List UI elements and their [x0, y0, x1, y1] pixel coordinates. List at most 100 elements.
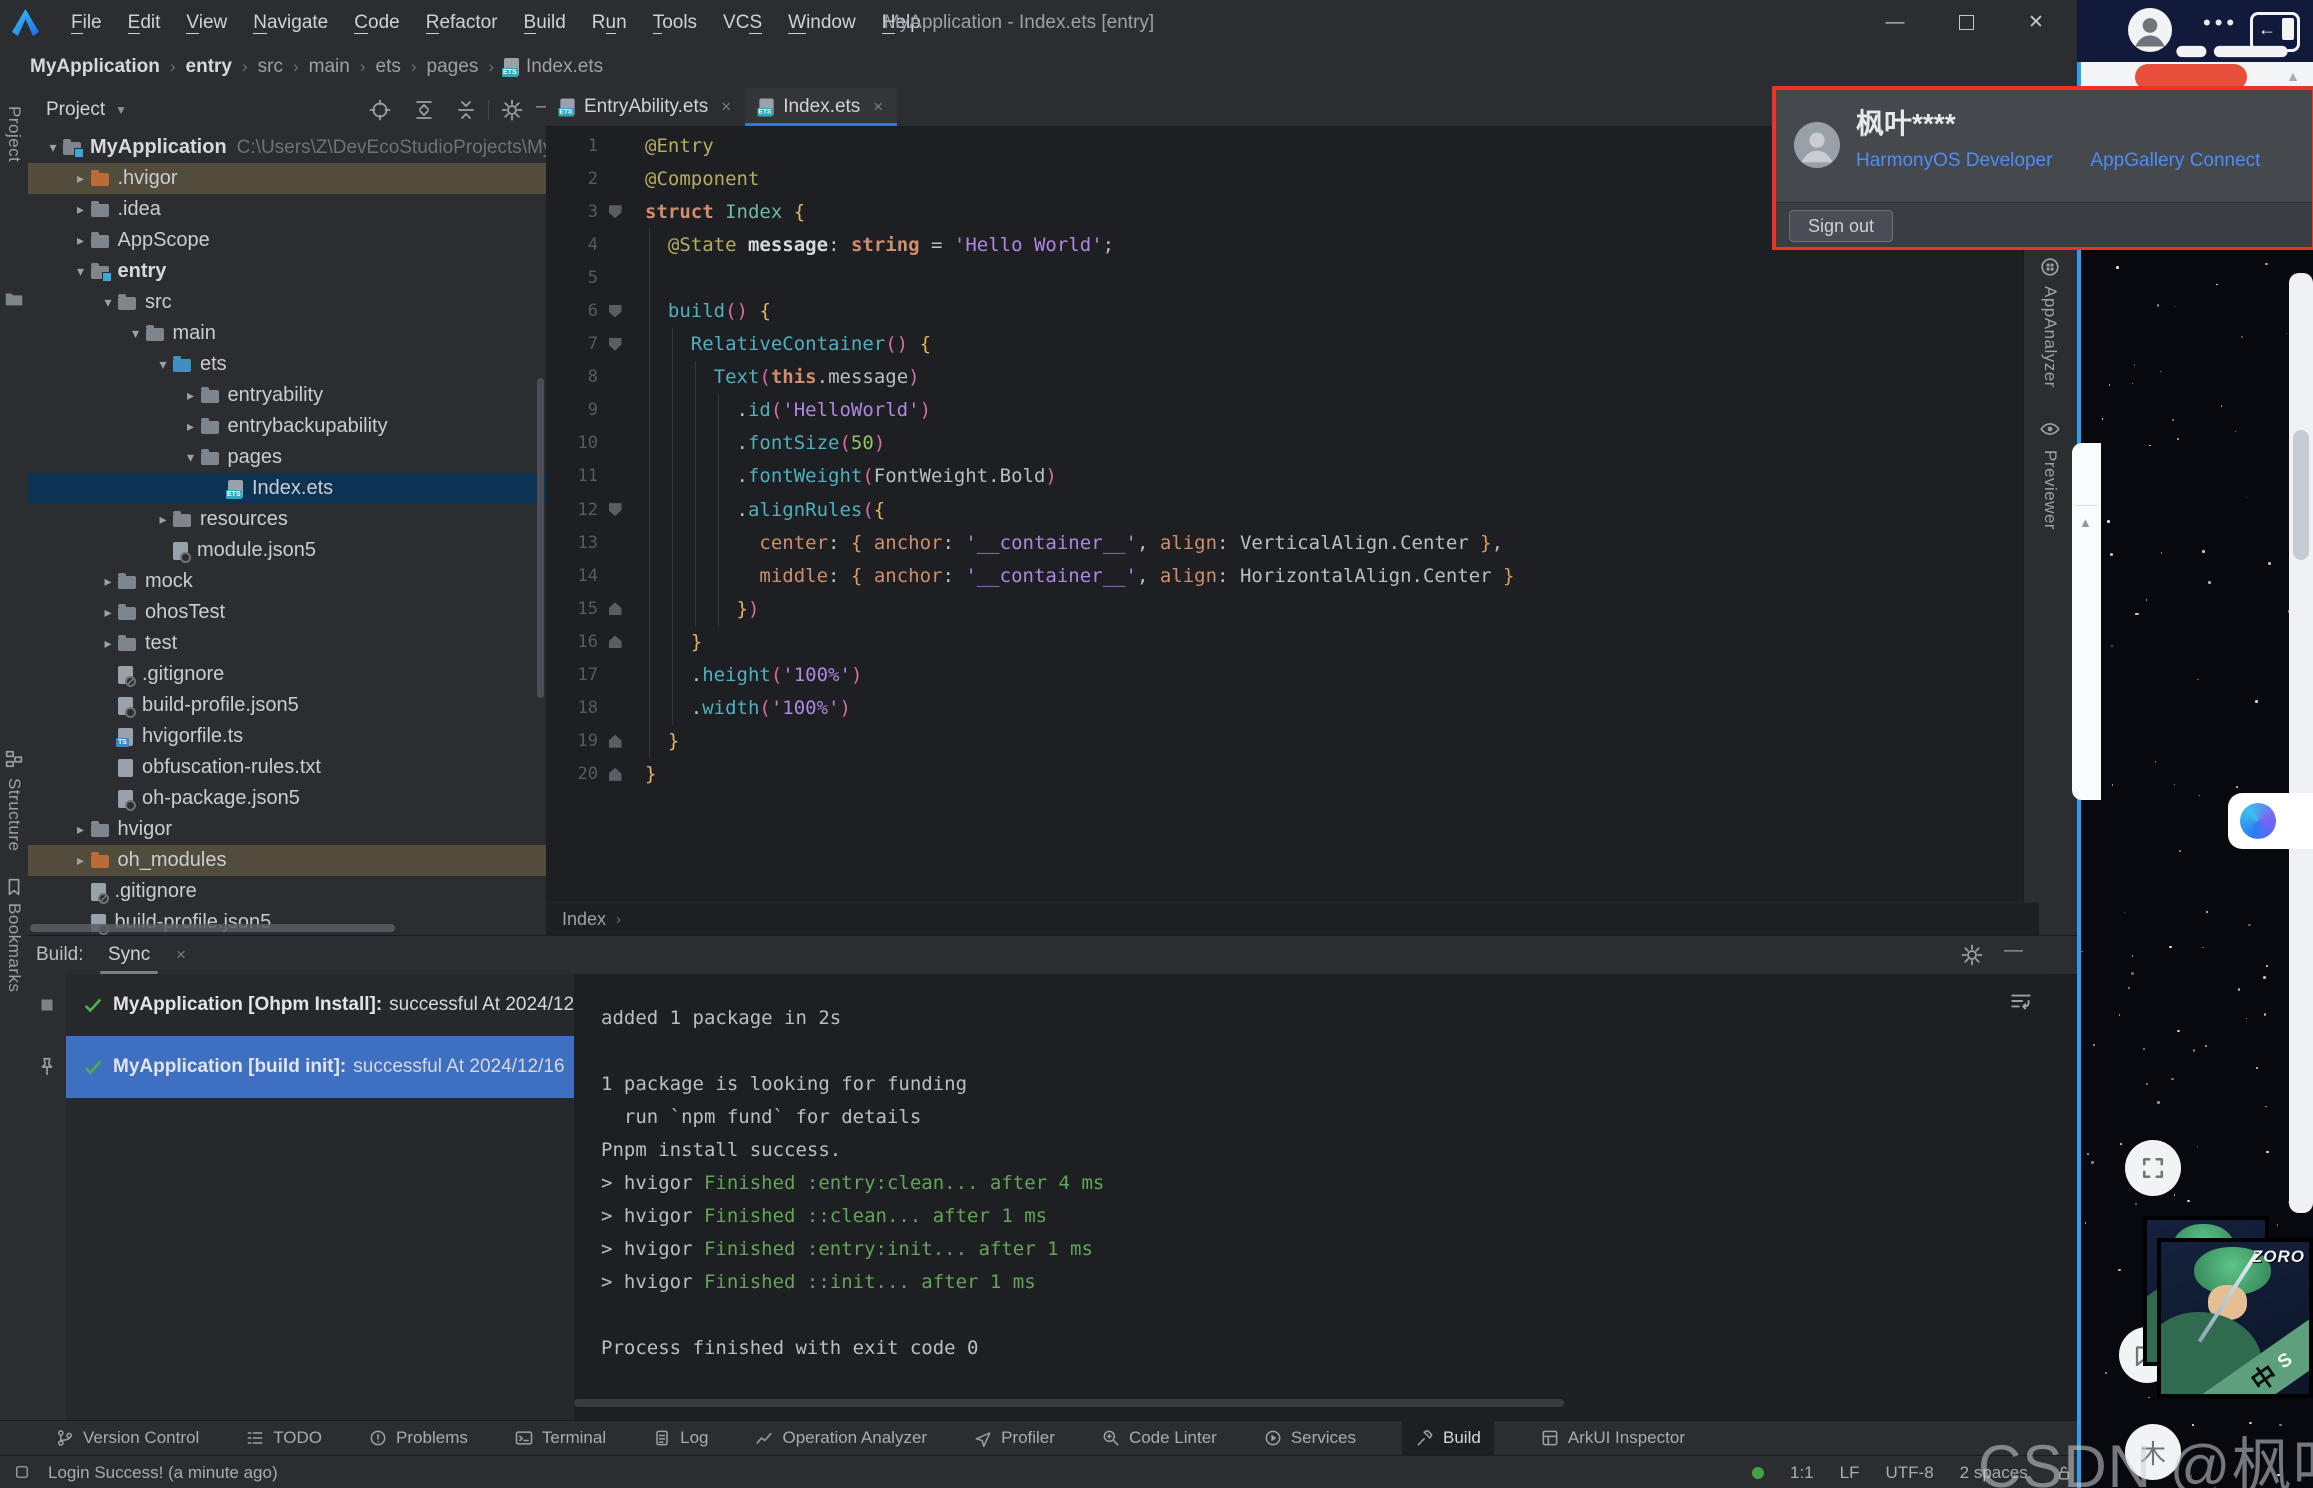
tree-chevron-icon[interactable]: ▸	[153, 511, 173, 528]
build-message-row[interactable]: MyApplication [build init]:successful At…	[66, 1036, 574, 1098]
structure-icon[interactable]	[3, 748, 25, 770]
tree-item-main[interactable]: ▾main	[28, 318, 546, 349]
tree-item--gitignore[interactable]: .gitignore	[28, 659, 546, 690]
project-folder-icon[interactable]	[3, 288, 25, 310]
menu-item-run[interactable]: Run	[579, 0, 640, 45]
pin-icon[interactable]	[36, 1056, 58, 1078]
tree-item-hvigor[interactable]: ▸hvigor	[28, 814, 546, 845]
status-message[interactable]: Login Success! (a minute ago)	[48, 1456, 278, 1488]
maximize-button[interactable]	[1943, 0, 1989, 45]
tree-item--hvigor[interactable]: ▸.hvigor	[28, 163, 546, 194]
toolwindow-button-code-linter[interactable]: Code Linter	[1101, 1421, 1217, 1456]
breadcrumb-item[interactable]: pages	[427, 56, 479, 78]
tree-chevron-icon[interactable]: ▾	[98, 294, 118, 311]
menu-item-edit[interactable]: Edit	[115, 0, 174, 45]
background-avatar[interactable]	[2128, 8, 2172, 52]
tree-chevron-icon[interactable]: ▸	[71, 170, 91, 187]
tree-item-obfuscation-rules-txt[interactable]: obfuscation-rules.txt	[28, 752, 546, 783]
tab-index-ets[interactable]: Index.ets×	[745, 88, 897, 126]
tree-item-index-ets[interactable]: Index.ets	[28, 473, 546, 504]
menu-item-code[interactable]: Code	[341, 0, 412, 45]
fold-marker-icon[interactable]	[609, 635, 622, 648]
breadcrumb-item[interactable]: Index.ets	[526, 56, 603, 78]
tree-item-mock[interactable]: ▸mock	[28, 566, 546, 597]
breadcrumb-item[interactable]: MyApplication	[30, 56, 160, 78]
collapse-all-icon[interactable]	[454, 98, 478, 122]
tree-item-src[interactable]: ▾src	[28, 287, 546, 318]
tree-chevron-icon[interactable]: ▾	[71, 263, 91, 280]
tree-item-test[interactable]: ▸test	[28, 628, 546, 659]
close-tab-icon[interactable]: ×	[721, 97, 731, 117]
menu-item-navigate[interactable]: Navigate	[240, 0, 341, 45]
tree-chevron-icon[interactable]: ▾	[153, 356, 173, 373]
minimize-button[interactable]: —	[1872, 0, 1918, 45]
fullscreen-button[interactable]	[2125, 1140, 2181, 1196]
tree-item-entrybackupability[interactable]: ▸entrybackupability	[28, 411, 546, 442]
breadcrumb-item[interactable]: ets	[376, 56, 401, 78]
tree-item-appscope[interactable]: ▸AppScope	[28, 225, 546, 256]
breadcrumb-item[interactable]: entry	[186, 56, 232, 78]
build-message-row[interactable]: MyApplication [Ohpm Install]:successful …	[66, 974, 574, 1036]
sidebar-item-appanalyzer[interactable]: AppAnalyzer	[2040, 286, 2060, 388]
toolwindow-button-terminal[interactable]: Terminal	[514, 1421, 606, 1456]
hide-build-panel-icon[interactable]: —	[2004, 940, 2023, 962]
tree-item-entry[interactable]: ▾entry	[28, 256, 546, 287]
select-opened-file-icon[interactable]	[368, 98, 392, 122]
previewer-eye-icon[interactable]	[2039, 418, 2061, 440]
tree-item-module-json5[interactable]: module.json5	[28, 535, 546, 566]
menu-item-tools[interactable]: Tools	[640, 0, 710, 45]
project-view-dropdown[interactable]: Project	[46, 99, 105, 121]
tree-chevron-icon[interactable]: ▸	[71, 232, 91, 249]
menu-item-build[interactable]: Build	[511, 0, 579, 45]
build-settings-gear-icon[interactable]	[1960, 943, 1984, 967]
tree-item-oh-modules[interactable]: ▸oh_modules	[28, 845, 546, 876]
encoding[interactable]: UTF-8	[1885, 1463, 1933, 1483]
tree-chevron-icon[interactable]: ▸	[98, 635, 118, 652]
status-terminal-icon[interactable]	[13, 1463, 31, 1481]
sidebar-item-structure[interactable]: Structure	[4, 778, 24, 851]
tree-item-ohostest[interactable]: ▸ohosTest	[28, 597, 546, 628]
tree-chevron-icon[interactable]: ▸	[181, 418, 201, 435]
build-stop-icon[interactable]	[36, 994, 58, 1016]
project-horizontal-scrollbar[interactable]	[30, 924, 395, 932]
tree-chevron-icon[interactable]: ▾	[43, 139, 63, 156]
toolwindow-button-profiler[interactable]: Profiler	[973, 1421, 1055, 1456]
build-tab-sync[interactable]: Sync	[100, 936, 158, 974]
breadcrumb-item[interactable]: main	[309, 56, 350, 78]
sidebar-item-previewer[interactable]: Previewer	[2040, 450, 2060, 530]
console-horizontal-scrollbar[interactable]	[574, 1399, 1564, 1407]
more-options-icon[interactable]: •••	[2203, 10, 2238, 36]
background-menu-icon[interactable]	[2082, 14, 2108, 40]
back-button[interactable]: ←	[2250, 12, 2300, 52]
panel-options-gear-icon[interactable]	[500, 98, 524, 122]
tree-item-entryability[interactable]: ▸entryability	[28, 380, 546, 411]
close-button[interactable]: ✕	[2013, 0, 2059, 45]
caret-position[interactable]: 1:1	[1790, 1463, 1814, 1483]
menu-item-vcs[interactable]: VCS	[710, 0, 775, 45]
fold-marker-icon[interactable]	[609, 602, 622, 615]
tree-item-pages[interactable]: ▾pages	[28, 442, 546, 473]
fold-marker-icon[interactable]	[609, 768, 622, 781]
sign-out-button[interactable]: Sign out	[1789, 210, 1893, 242]
bookmarks-icon[interactable]	[3, 876, 25, 898]
fold-marker-icon[interactable]	[609, 735, 622, 748]
fold-marker-icon[interactable]	[609, 503, 622, 516]
tree-item-resources[interactable]: ▸resources	[28, 504, 546, 535]
sidebar-item-bookmarks[interactable]: Bookmarks	[4, 903, 24, 993]
tree-item-myapplication[interactable]: ▾MyApplicationC:\Users\Z\DevEcoStudioPro…	[28, 132, 546, 163]
tree-item-oh-package-json5[interactable]: oh-package.json5	[28, 783, 546, 814]
scroll-up-icon[interactable]: ▲	[2286, 68, 2300, 84]
collapse-arrow-icon[interactable]: ▲	[2079, 515, 2092, 530]
editor-breadcrumb[interactable]: Index›	[546, 902, 2039, 935]
menu-item-window[interactable]: Window	[775, 0, 869, 45]
project-vertical-scrollbar[interactable]	[537, 378, 544, 698]
tree-chevron-icon[interactable]: ▸	[181, 387, 201, 404]
tree-chevron-icon[interactable]: ▸	[71, 821, 91, 838]
soft-wrap-icon[interactable]	[2008, 988, 2034, 1014]
tree-item--idea[interactable]: ▸.idea	[28, 194, 546, 225]
tree-item--gitignore[interactable]: .gitignore	[28, 876, 546, 907]
build-console[interactable]: added 1 package in 2s1 package is lookin…	[574, 974, 2051, 1421]
menu-item-file[interactable]: File	[58, 0, 115, 45]
link-appgallery-connect[interactable]: AppGallery Connect	[2090, 150, 2260, 172]
line-ending[interactable]: LF	[1840, 1463, 1860, 1483]
